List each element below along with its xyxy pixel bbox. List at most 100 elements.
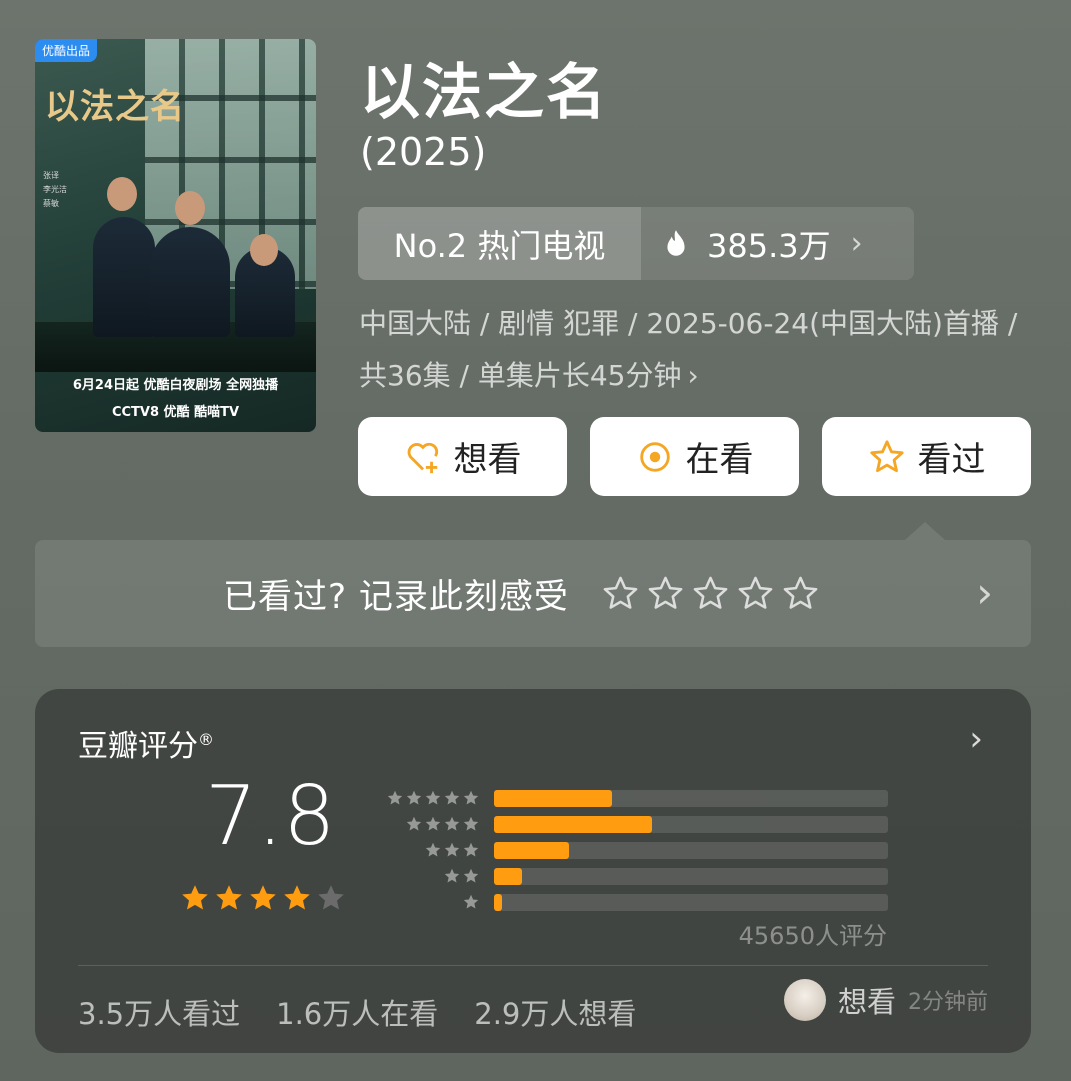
registered-mark: ® [198,730,214,749]
empty-star-icon[interactable] [781,574,820,613]
distribution-bar [494,867,522,885]
distribution-stars [380,789,480,807]
want-label: 想看 [453,440,522,480]
record-bar[interactable]: 已看过? 记录此刻感受 › [35,522,1031,647]
rating-title: 豆瓣评分® [78,721,214,765]
record-label: 已看过? 记录此刻感受 [223,577,569,617]
distribution-track [494,789,888,807]
recent-action: 想看 [837,985,896,1019]
distribution-row [380,837,888,863]
rank-pill[interactable]: No.2 热门电视 385.3万 › [358,207,914,280]
poster-head-2 [175,191,205,225]
distribution-stars [380,867,480,885]
rating-card[interactable]: 豆瓣评分® › 7.8 45650人评分 3.5万人看过 1.6万人在看 2.9… [35,689,1031,1053]
small-star-icon [444,868,460,883]
score-stars [179,882,347,914]
small-star-icon [444,842,460,857]
small-star-icon [387,790,403,805]
poster-title: 以法之名 [45,87,185,127]
chevron-right-icon: › [976,568,993,617]
small-star-icon [463,842,479,857]
poster-head-3 [250,234,278,266]
rating-count: 45650人评分 [738,922,887,950]
stat-watching: 1.6万人在看 [276,997,439,1031]
small-star-icon [406,816,422,831]
filled-star-icon [284,885,310,910]
target-icon [639,441,670,472]
small-star-icon [425,816,441,831]
poster-cast-3: 蔡敏 [43,199,59,208]
empty-star-icon[interactable] [691,574,730,613]
small-star-icon [463,816,479,831]
poster-figure-2 [150,227,230,337]
want-button[interactable]: 想看 [358,417,567,496]
distribution-stars [380,893,480,911]
stat-watched: 3.5万人看过 [78,997,241,1031]
record-stars[interactable] [601,574,820,613]
small-star-icon [406,790,422,805]
rating-title-text: 豆瓣评分 [78,729,198,764]
distribution-row [380,785,888,811]
watched-button[interactable]: 看过 [822,417,1031,496]
stats-row: 3.5万人看过 1.6万人在看 2.9万人想看 [78,991,636,1033]
distribution-stars [380,841,480,859]
distribution-bar [494,815,652,833]
release-year: (2025) [360,130,487,174]
poster-head-1 [107,177,137,211]
poster-cast-2: 李光洁 [43,185,67,194]
filled-star-icon [216,885,242,910]
empty-star-icon[interactable] [601,574,640,613]
small-star-icon [425,790,441,805]
rank-label: No.2 热门电视 [358,207,641,280]
rating-distribution [380,785,888,915]
filled-star-icon [250,885,276,910]
avatar[interactable] [783,979,826,1021]
pointer-triangle [905,522,945,540]
poster-image[interactable]: 优酷出品 以法之名 张译 李光洁 蔡敏 6月24日起 优酷白夜剧场 全网独播 C… [35,39,316,432]
rating-score: 7.8 [205,769,336,864]
watching-label: 在看 [685,440,754,480]
distribution-row [380,889,888,915]
small-star-icon [463,790,479,805]
poster-cast-1: 张译 [43,171,59,180]
heat-value: 385.3万 [707,226,831,265]
stat-want: 2.9万人想看 [474,997,637,1031]
recent-time: 2分钟前 [908,990,988,1015]
divider [78,965,988,966]
page-title: 以法之名 [360,58,608,128]
chevron-right-icon: › [687,359,699,392]
poster-cast: 张译 李光洁 蔡敏 [43,169,67,211]
watched-label: 看过 [917,440,986,480]
empty-star-icon [318,885,344,910]
distribution-bar [494,893,502,911]
watching-button[interactable]: 在看 [590,417,799,496]
filled-star-icon [182,885,208,910]
small-star-icon [444,790,460,805]
recent-activity[interactable]: 想看 2分钟前 [783,979,988,1021]
distribution-track [494,867,888,885]
flame-icon [667,229,685,256]
distribution-row [380,863,888,889]
small-star-icon [463,868,479,883]
distribution-row [380,811,888,837]
poster-logos: CCTV8 优酷 酷喵TV [111,405,240,420]
poster-tagline: 6月24日起 优酷白夜剧场 全网独播 [72,378,279,393]
chevron-right-icon: › [850,226,863,261]
small-star-icon [463,894,479,909]
heat-section: 385.3万 › [641,207,914,280]
small-star-icon [444,816,460,831]
empty-star-icon[interactable] [646,574,685,613]
heart-plus-icon [407,442,438,473]
distribution-track [494,815,888,833]
chevron-right-icon: › [969,719,983,759]
small-star-icon [425,842,441,857]
distribution-bar [494,789,613,807]
distribution-bar [494,841,569,859]
poster-figure-1 [93,217,155,337]
distribution-track [494,841,888,859]
poster-badge: 优酷出品 [35,39,98,62]
distribution-stars [380,815,480,833]
meta-info[interactable]: 中国大陆 / 剧情 犯罪 / 2025-06-24(中国大陆)首播 / 共36集… [359,298,1039,402]
star-outline-icon [869,439,904,472]
empty-star-icon[interactable] [736,574,775,613]
